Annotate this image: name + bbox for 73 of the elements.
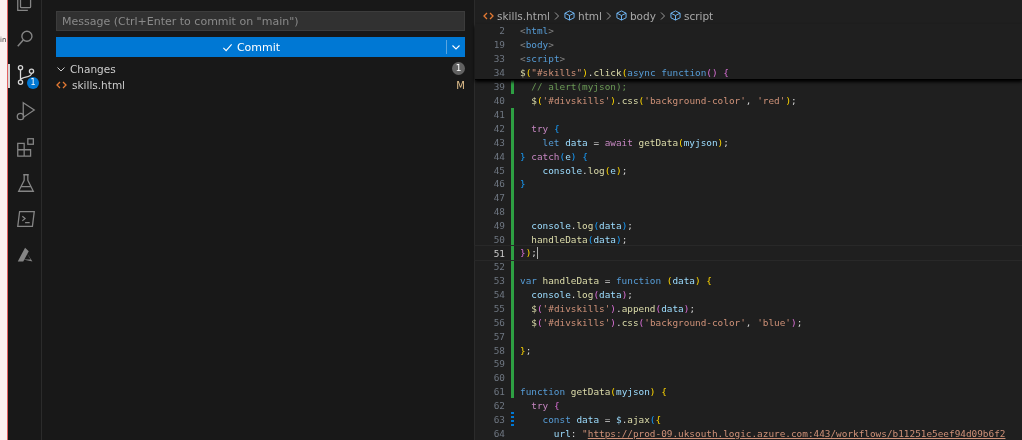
caret-icon <box>451 42 461 52</box>
line-number: 40 <box>492 95 505 107</box>
cube-icon <box>615 10 627 22</box>
line-number: 44 <box>492 150 505 162</box>
code-line: console.log(e); <box>541 164 628 176</box>
chevron-icon <box>658 10 667 21</box>
code-line: try { <box>530 399 560 411</box>
code-line: url: "https://prod-09.uksouth.logic.azure.com:443/workflows/b11251e5eef94d09b6f2 <box>552 427 1006 439</box>
code-file-icon <box>56 80 67 90</box>
line-number: 45 <box>492 164 505 176</box>
code-line: handleData(data); <box>530 233 628 245</box>
breadcrumb-item[interactable]: body <box>629 9 656 22</box>
line-number: 48 <box>492 206 505 218</box>
code-line: $("#skills").click(async function() { <box>519 66 729 78</box>
code-line: console.log(data); <box>530 289 633 301</box>
line-number: 52 <box>492 261 505 273</box>
code-line: let data = await getData(myjson); <box>541 136 729 148</box>
code-line: <script> <box>519 52 566 64</box>
line-number: 33 <box>492 52 505 64</box>
code-line: try { <box>530 123 560 134</box>
code-line: console.log(data); <box>530 219 633 231</box>
check-icon <box>221 41 233 53</box>
line-number: 43 <box>492 136 505 148</box>
line-number: 19 <box>492 38 505 50</box>
line-number: 41 <box>492 109 505 121</box>
notification-badge: 1 <box>27 77 39 89</box>
code-line: // alert(myjson); <box>530 81 628 93</box>
chevron-icon <box>604 10 613 21</box>
line-number: 34 <box>492 66 505 78</box>
file-status: M <box>456 79 465 91</box>
code-line: $('#divskills').append(data); <box>530 303 696 314</box>
line-number: 2 <box>498 25 505 37</box>
line-number: 61 <box>492 386 505 398</box>
changes-section-title[interactable]: Changes <box>70 62 116 75</box>
code-file-icon <box>483 10 494 21</box>
breadcrumb-item[interactable]: html <box>578 9 602 22</box>
cube-icon <box>669 10 681 22</box>
code-line: }; <box>519 344 532 356</box>
changed-file-name[interactable]: skills.html <box>72 79 126 91</box>
code-line: <html> <box>519 25 554 37</box>
line-number: 63 <box>492 413 505 425</box>
code-line: $('#divskills').css('background-color', 'red'); <box>530 95 797 107</box>
code-line: <body> <box>519 38 554 50</box>
line-number: 58 <box>492 344 505 356</box>
line-number: 46 <box>492 178 505 190</box>
code-line: } catch(e) { <box>519 150 588 162</box>
code-line: function getData(myjson) { <box>519 386 667 398</box>
line-number: 64 <box>492 427 505 439</box>
line-number: 54 <box>492 289 505 301</box>
line-number: 59 <box>492 358 505 370</box>
chevron-icon <box>553 10 562 21</box>
line-number: 60 <box>492 372 505 384</box>
code-line: }); <box>519 246 538 260</box>
code-line: var handleData = function (data) { <box>519 275 712 287</box>
line-number: 56 <box>492 316 505 328</box>
line-number: 62 <box>492 399 505 411</box>
line-number: 51 <box>492 247 505 259</box>
line-number: 57 <box>492 330 505 342</box>
breadcrumb-item[interactable]: script <box>683 9 714 22</box>
line-number: 53 <box>492 275 505 287</box>
line-number: 47 <box>492 192 505 204</box>
cube-icon <box>564 10 576 22</box>
code-line: } <box>519 178 526 190</box>
line-number: 55 <box>492 303 505 314</box>
line-number: 39 <box>492 81 505 93</box>
line-number: 50 <box>492 233 505 245</box>
line-number: 49 <box>492 219 505 231</box>
code-line: const data = $.ajax({ <box>541 413 662 425</box>
commit-message-field[interactable]: Message (Ctrl+Enter to commit on "main") <box>56 11 465 31</box>
breadcrumb-item[interactable]: skills.html <box>497 9 551 22</box>
changes-count: 1 <box>452 62 465 75</box>
line-number: 42 <box>492 123 505 134</box>
code-line: $('#divskills').css('background-color', 'blue'); <box>530 316 803 328</box>
